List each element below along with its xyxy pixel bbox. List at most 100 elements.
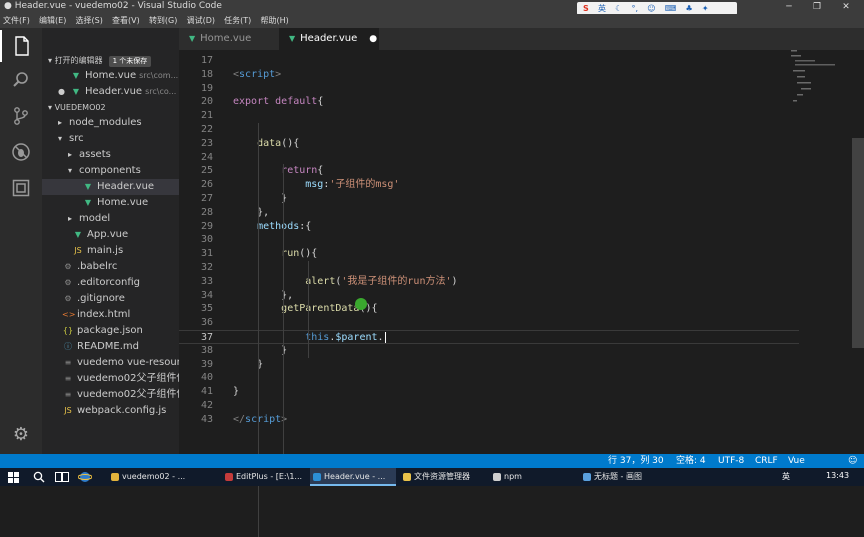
search-icon[interactable] [0, 64, 42, 96]
code-line[interactable]: 38 } [179, 344, 799, 358]
code-line[interactable]: 35 getParentData(){ [179, 302, 799, 316]
tree-item[interactable]: ▸ assets [42, 147, 179, 163]
code-line[interactable]: 41} [179, 385, 799, 399]
tree-item[interactable]: ▾ components [42, 163, 179, 179]
code-line[interactable]: 18 <script> [179, 68, 799, 82]
tree-item[interactable]: ≡ vuedemo vue-resourc... [42, 355, 179, 371]
app-icon [225, 473, 233, 481]
settings-icon[interactable]: ⚙ [0, 418, 42, 450]
code-line[interactable]: 20 export default{ [179, 95, 799, 109]
indentation[interactable]: 空格: 4 [676, 454, 706, 468]
code-line[interactable]: 26 msg:'子组件的msg' [179, 178, 799, 192]
code-line[interactable]: 27 } [179, 192, 799, 206]
code-line[interactable]: 21 [179, 109, 799, 123]
modified-dot-icon[interactable]: ● [369, 34, 377, 44]
language-mode[interactable]: Vue [788, 454, 805, 468]
code-line[interactable]: 40 [179, 371, 799, 385]
menu-bar: 文件(F) 编辑(E) 选择(S) 查看(V) 转到(G) 调试(D) 任务(T… [0, 14, 864, 28]
code-text: } [233, 344, 287, 358]
code-line[interactable]: 24 [179, 151, 799, 165]
tree-item[interactable]: ⓘ README.md [42, 339, 179, 355]
taskbar-app[interactable]: vuedemo02 - ... [108, 468, 218, 486]
code-line[interactable]: 34 }, [179, 289, 799, 303]
tab-home-vue[interactable]: ▼ Home.vue [179, 28, 279, 50]
tree-item[interactable]: ▼ App.vue [42, 227, 179, 243]
tree-item[interactable]: ⚙ .editorconfig [42, 275, 179, 291]
task-view-icon[interactable] [55, 472, 69, 485]
cursor-position[interactable]: 行 37，列 30 [608, 454, 664, 468]
tree-item-label: index.html [77, 309, 131, 320]
open-editors-header[interactable]: ▾ 打开的编辑器 1 个未保存 [42, 53, 179, 68]
vertical-scrollbar[interactable] [852, 138, 864, 348]
system-clock[interactable]: 13:43 [826, 471, 849, 480]
tree-item[interactable]: JS main.js [42, 243, 179, 259]
document-file-icon: ≡ [64, 374, 72, 383]
minimize-button[interactable]: ─ [775, 0, 803, 14]
code-line[interactable]: 23 data(){ [179, 137, 799, 151]
taskbar-search-icon[interactable] [33, 471, 45, 486]
menu-file[interactable]: 文件(F) [0, 14, 33, 28]
code-line[interactable]: 43 </script> [179, 413, 799, 427]
debug-icon[interactable] [0, 136, 42, 168]
menu-edit[interactable]: 编辑(E) [36, 14, 69, 28]
code-line[interactable]: 25 return{ [179, 164, 799, 178]
tree-item[interactable]: ▸ node_modules [42, 115, 179, 131]
encoding[interactable]: UTF-8 [718, 454, 744, 468]
code-line[interactable]: 37 this.$parent. [179, 330, 799, 344]
files-icon[interactable] [0, 30, 42, 62]
line-ending[interactable]: CRLF [755, 454, 778, 468]
source-control-icon[interactable] [0, 100, 42, 132]
taskbar-app[interactable]: EditPlus - [E:\1... [222, 468, 306, 486]
code-line[interactable]: 28 }, [179, 206, 799, 220]
code-line[interactable]: 32 [179, 261, 799, 275]
feedback-smiley-icon[interactable]: ☺ [848, 454, 857, 468]
menu-go[interactable]: 转到(G) [146, 14, 180, 28]
project-header[interactable]: ▾ VUEDEMO02 [42, 100, 179, 115]
tree-item[interactable]: <> index.html [42, 307, 179, 323]
markdown-file-icon: ⓘ [64, 342, 72, 351]
maximize-button[interactable]: ❐ [803, 0, 831, 14]
menu-tasks[interactable]: 任务(T) [221, 14, 254, 28]
pinned-ie-icon[interactable] [77, 471, 98, 483]
taskbar-app[interactable]: 文件资源管理器 [400, 468, 486, 486]
taskbar-app[interactable]: 无标题 - 画图 [580, 468, 670, 486]
code-line[interactable]: 31 run(){ [179, 247, 799, 261]
tree-item[interactable]: JS webpack.config.js [42, 403, 179, 419]
code-line[interactable]: 33 alert('我是子组件的run方法') [179, 275, 799, 289]
taskbar-app[interactable]: npm [490, 468, 576, 486]
menu-debug[interactable]: 调试(D) [184, 14, 218, 28]
code-line[interactable]: 29 methods:{ [179, 220, 799, 234]
tree-item[interactable]: ≡ vuedemo02父子组件传... [42, 387, 179, 403]
tree-item[interactable]: ▸ model [42, 211, 179, 227]
tree-item[interactable]: ▼ Header.vue [42, 179, 179, 195]
windows-start-icon[interactable] [8, 472, 19, 486]
code-token: (){ [281, 137, 300, 149]
tree-item[interactable]: ▾ src [42, 131, 179, 147]
tab-header-vue[interactable]: ▼ Header.vue ● [279, 28, 379, 50]
tree-item[interactable]: {} package.json [42, 323, 179, 339]
tree-item[interactable]: ▼ Home.vue [42, 195, 179, 211]
menu-view[interactable]: 查看(V) [109, 14, 143, 28]
taskbar-app[interactable]: Header.vue - ... [310, 468, 396, 486]
code-editor[interactable]: 17 18 <script> 19 20 export default{21 22 23 da… [179, 50, 864, 537]
code-line[interactable]: 30 [179, 233, 799, 247]
code-line[interactable]: 36 [179, 316, 799, 330]
tray-ime-indicator[interactable]: 英 [782, 471, 790, 482]
code-line[interactable]: 42 [179, 399, 799, 413]
menu-help[interactable]: 帮助(H) [258, 14, 292, 28]
tree-item[interactable]: ⚙ .babelrc [42, 259, 179, 275]
close-button[interactable]: ✕ [832, 0, 860, 14]
js-file-icon: JS [74, 246, 82, 255]
code-line[interactable]: 22 [179, 123, 799, 137]
code-line[interactable]: 19 [179, 82, 799, 96]
extensions-icon[interactable] [0, 172, 42, 204]
minimap[interactable] [789, 50, 849, 110]
menu-selection[interactable]: 选择(S) [73, 14, 106, 28]
tree-item[interactable]: ≡ vuedemo02父子组件传... [42, 371, 179, 387]
open-editor-home[interactable]: ▼ Home.vue src\com... [42, 68, 179, 84]
line-number: 33 [200, 275, 213, 287]
open-editor-header[interactable]: ● ▼ Header.vue src\co... [42, 84, 179, 100]
tree-item[interactable]: ⚙ .gitignore [42, 291, 179, 307]
code-line[interactable]: 39 } [179, 358, 799, 372]
code-line[interactable]: 17 [179, 54, 799, 68]
